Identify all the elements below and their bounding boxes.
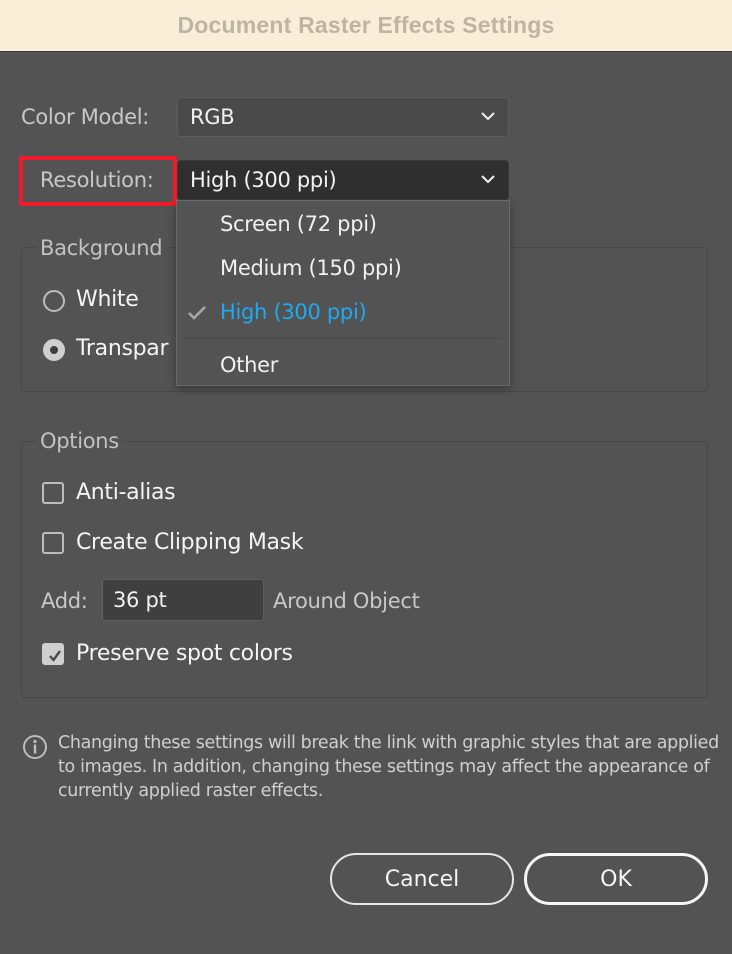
resolution-label: Resolution:	[40, 168, 154, 192]
ok-button-label: OK	[600, 866, 632, 892]
menu-separator	[183, 338, 503, 339]
menu-item-high-300[interactable]: High (300 ppi)	[177, 291, 509, 335]
cancel-button[interactable]: Cancel	[330, 853, 514, 905]
checkmark-icon	[188, 306, 206, 320]
preserve-spot-colors-label[interactable]: Preserve spot colors	[76, 641, 293, 666]
radio-white-label[interactable]: White	[76, 287, 139, 312]
anti-alias-label[interactable]: Anti-alias	[76, 480, 176, 505]
chevron-down-icon	[481, 175, 495, 184]
add-amount-input[interactable]	[102, 579, 264, 621]
menu-item-label: High (300 ppi)	[220, 300, 367, 324]
chevron-down-icon	[481, 112, 495, 121]
options-group-title: Options	[36, 429, 123, 453]
checkmark-icon	[49, 650, 61, 662]
radio-transparent-label[interactable]: Transpar	[76, 336, 169, 361]
anti-alias-checkbox[interactable]	[42, 482, 64, 504]
resolution-select[interactable]: High (300 ppi)	[177, 160, 509, 200]
ok-button[interactable]: OK	[524, 853, 708, 905]
radio-transparent[interactable]	[43, 339, 65, 361]
resolution-value: High (300 ppi)	[190, 168, 337, 192]
menu-item-label: Screen (72 ppi)	[220, 212, 377, 236]
resolution-dropdown-menu: Screen (72 ppi) Medium (150 ppi) High (3…	[176, 200, 510, 386]
preserve-spot-colors-checkbox[interactable]	[42, 643, 64, 665]
radio-white[interactable]	[43, 290, 65, 312]
menu-item-label: Other	[220, 353, 279, 377]
color-model-label: Color Model:	[21, 105, 150, 129]
menu-item-other[interactable]: Other	[177, 344, 509, 388]
background-group-title: Background	[36, 236, 167, 260]
info-icon	[23, 735, 47, 759]
color-model-select[interactable]: RGB	[177, 97, 509, 137]
color-model-value: RGB	[190, 105, 235, 129]
info-message: Changing these settings will break the l…	[58, 733, 719, 801]
menu-item-medium-150[interactable]: Medium (150 ppi)	[177, 247, 509, 291]
clipping-mask-checkbox[interactable]	[42, 532, 64, 554]
add-label: Add:	[41, 589, 88, 613]
around-object-label: Around Object	[273, 589, 420, 613]
menu-item-screen-72[interactable]: Screen (72 ppi)	[177, 203, 509, 247]
title-bar: Document Raster Effects Settings	[0, 0, 732, 52]
clipping-mask-label[interactable]: Create Clipping Mask	[76, 530, 304, 555]
cancel-button-label: Cancel	[384, 866, 460, 892]
menu-item-label: Medium (150 ppi)	[220, 256, 402, 280]
dialog-title: Document Raster Effects Settings	[177, 12, 555, 38]
